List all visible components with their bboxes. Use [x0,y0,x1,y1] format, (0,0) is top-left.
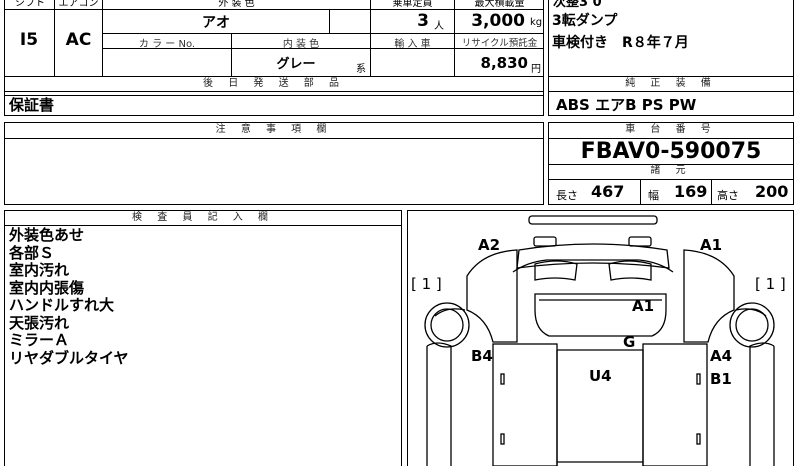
inspector-line: ハンドルすれ大 [9,296,115,314]
dims-header: 諸 元 [650,165,692,176]
header-aircon: エアコン [58,0,99,9]
inspector-line: リヤダブルタイヤ [9,348,129,367]
mark-b4: B4 [471,347,493,365]
width-value: 169 [674,182,708,201]
later-parts-header: 後 日 発 送 部 品 [203,78,345,89]
notes-header: 注 意 事 項 欄 [215,124,333,135]
mark-b1: B1 [710,370,732,388]
height-label: 高さ [717,189,739,202]
mark-g: G [623,333,635,351]
header-import: 輸 入 車 [394,39,431,50]
aircon-value: AC [65,30,92,50]
max-load-value: 3,000 [471,11,525,31]
length-value: 467 [591,182,625,201]
inspector-line: 外装色あせ [9,226,85,244]
int-color-value: グレー [276,57,316,72]
mark-a1-top: A1 [700,236,722,254]
inspector-header: 検 査 員 記 入 欄 [132,212,274,223]
ext-color-value: アオ [202,15,230,31]
recycle-value: 8,830 [480,54,528,72]
width-label: 幅 [648,189,659,202]
equipment-header: 純 正 装 備 [625,78,717,89]
model-info-line2: 車検付き R８年７月 [552,35,689,51]
header-color-no: カ ラ ー No. [138,39,196,50]
later-parts-value: 保証書 [9,96,55,114]
later-parts-box [4,91,544,116]
right-bracket: [ 1 ] [755,275,786,293]
inspector-line: 室内汚れ [9,261,70,279]
mark-a4: A4 [710,347,732,365]
chassis-number: FBAV0-590075 [580,139,762,164]
inspector-notes: 外装色あせ 各部Ｓ 室内汚れ 室内内張傷 ハンドルすれ大 天張汚れ ミラーＡ リ… [9,226,129,367]
spec-table: シフト エアコン 外 装 色 乗車定員 最大積載量 I5 AC アオ 3 人 3… [4,0,544,96]
recycle-unit: 円 [531,64,541,75]
mark-u4: U4 [589,367,612,385]
capacity-value: 3 [417,11,429,31]
inspector-line: 各部Ｓ [9,243,55,262]
header-int-color: 内 装 色 [282,39,320,50]
model-info-line0: 次整3 0 [553,0,602,10]
length-label: 長さ [556,189,578,202]
header-capacity: 乗車定員 [392,0,433,9]
left-bracket: [ 1 ] [411,275,442,293]
inspector-line: 天張汚れ [9,313,70,332]
model-info-line1: 3転ダンプ [552,13,618,29]
header-shift: シフト [15,0,45,9]
header-recycle: リサイクル預託金 [461,38,538,49]
header-max-load: 最大積載量 [474,0,525,9]
inspector-line: ミラーＡ [9,331,70,349]
mark-a1-mid: A1 [632,297,654,315]
inspector-line: 室内内張傷 [9,278,85,297]
int-color-suffix: 系 [356,64,366,75]
capacity-unit: 人 [434,21,444,32]
max-load-unit: kg [530,17,543,28]
chassis-header: 車 台 番 号 [625,124,717,135]
equipment-value: ABS エアB PS PW [556,96,697,114]
shift-value: I5 [19,30,39,50]
mark-a2: A2 [478,236,500,254]
vehicle-diagram: A2 A1 A1 G B4 U4 A4 B1 [ 1 ] [ 1 ] [411,215,786,466]
height-value: 200 [755,182,789,201]
header-ext-color: 外 装 色 [218,0,255,9]
